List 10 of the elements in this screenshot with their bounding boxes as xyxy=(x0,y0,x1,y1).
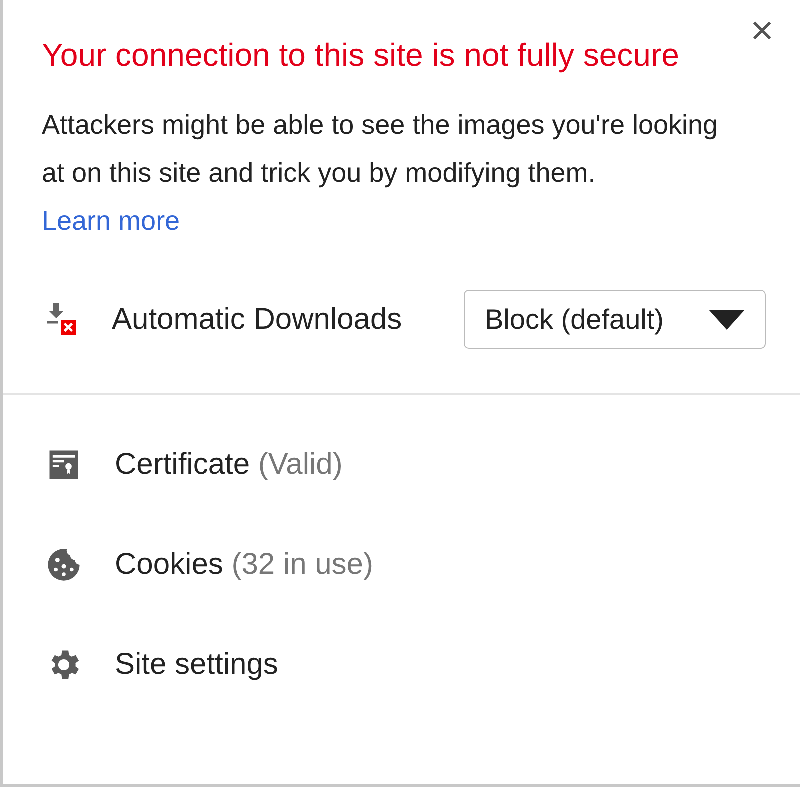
menu-item[interactable]: Site settings xyxy=(3,615,800,715)
menu-item[interactable]: Certificate (Valid) xyxy=(3,415,800,515)
permission-dropdown[interactable]: Block (default) xyxy=(464,290,766,349)
warning-message: Attackers might be able to see the images you're looking at on this site and trick you by modifying them. Learn more xyxy=(42,109,720,238)
close-button[interactable]: × xyxy=(750,11,774,51)
learn-more-link[interactable]: Learn more xyxy=(42,206,180,236)
menu-item[interactable]: Cookies (32 in use) xyxy=(3,515,800,615)
cookie-icon xyxy=(45,546,83,584)
popup-title: Your connection to this site is not fully secure xyxy=(42,36,680,75)
permission-label: Automatic Downloads xyxy=(112,302,404,336)
